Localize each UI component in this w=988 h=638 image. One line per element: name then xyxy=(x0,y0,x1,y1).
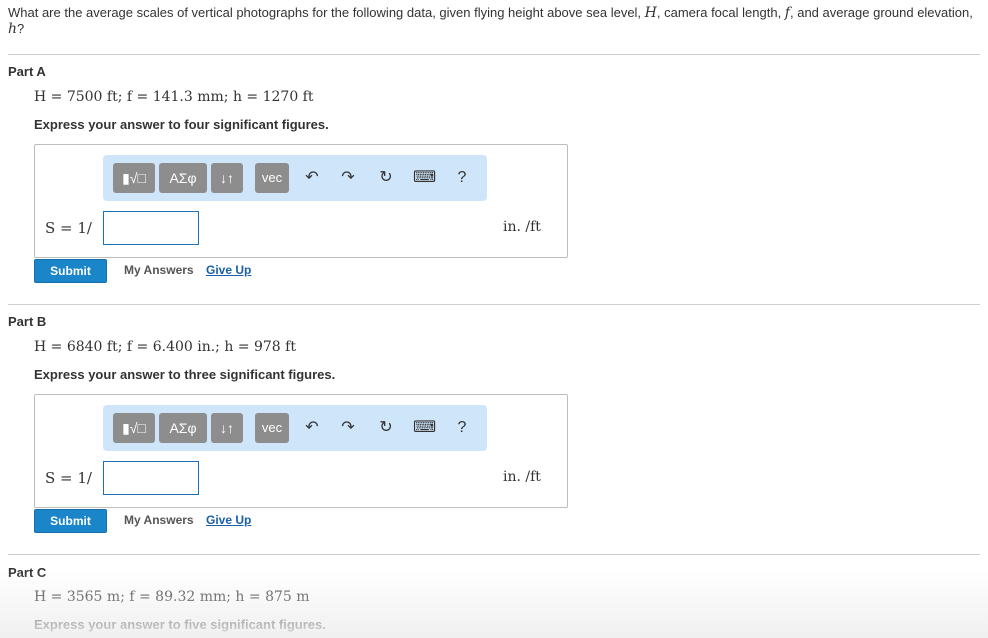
question-text-part: , camera focal length, xyxy=(656,5,785,20)
answer-prefix: S = 1/ xyxy=(45,219,92,237)
part-b-answer-box: ▮√□ ΑΣφ ↓↑ vec ↶ ↷ ↻ ⌨ ? S = 1/ in. /ft xyxy=(34,394,568,508)
part-b-give-up-link[interactable]: Give Up xyxy=(206,513,251,527)
question-text-part: , and average ground elevation, xyxy=(789,5,973,20)
help-icon[interactable]: ? xyxy=(451,417,473,439)
redo-icon[interactable]: ↷ xyxy=(337,167,359,189)
math-toolbar: ▮√□ ΑΣφ ↓↑ vec ↶ ↷ ↻ ⌨ ? xyxy=(103,405,487,451)
part-a-title: Part A xyxy=(8,64,46,79)
part-a-give-up-link[interactable]: Give Up xyxy=(206,263,251,277)
var-H: H xyxy=(644,5,657,21)
subscript-superscript-button[interactable]: ↓↑ xyxy=(211,413,243,443)
unit-label: in. /ft xyxy=(503,469,541,485)
part-b-submit-button[interactable]: Submit xyxy=(34,509,107,533)
reset-icon[interactable]: ↻ xyxy=(375,417,397,439)
divider xyxy=(8,554,980,555)
answer-prefix: S = 1/ xyxy=(45,469,92,487)
part-b-given: H = 6840 ft; f = 6.400 in.; h = 978 ft xyxy=(34,339,296,355)
templates-button[interactable]: ▮√□ xyxy=(113,163,155,193)
question-text-part: ? xyxy=(17,21,25,36)
templates-button[interactable]: ▮√□ xyxy=(113,413,155,443)
subscript-superscript-button[interactable]: ↓↑ xyxy=(211,163,243,193)
part-a-submit-button[interactable]: Submit xyxy=(34,259,107,283)
part-a-instruction: Express your answer to four significant … xyxy=(34,117,329,132)
divider xyxy=(8,304,980,305)
part-a-given: H = 7500 ft; f = 141.3 mm; h = 1270 ft xyxy=(34,89,314,105)
greek-symbols-button[interactable]: ΑΣφ xyxy=(159,163,207,193)
part-c-given: H = 3565 m; f = 89.32 mm; h = 875 m xyxy=(34,589,310,605)
question-text-part: What are the average scales of vertical … xyxy=(8,5,645,20)
part-b-instruction: Express your answer to three significant… xyxy=(34,367,336,382)
undo-icon[interactable]: ↶ xyxy=(301,417,323,439)
part-b-title: Part B xyxy=(8,314,47,329)
help-icon[interactable]: ? xyxy=(451,167,473,189)
question-text: What are the average scales of vertical … xyxy=(8,5,983,37)
keyboard-icon[interactable]: ⌨ xyxy=(413,417,436,439)
part-a-answer-box: ▮√□ ΑΣφ ↓↑ vec ↶ ↷ ↻ ⌨ ? S = 1/ in. /ft xyxy=(34,144,568,258)
keyboard-icon[interactable]: ⌨ xyxy=(413,167,436,189)
undo-icon[interactable]: ↶ xyxy=(301,167,323,189)
greek-symbols-button[interactable]: ΑΣφ xyxy=(159,413,207,443)
part-b-my-answers-link[interactable]: My Answers xyxy=(124,513,194,527)
divider xyxy=(8,54,980,55)
part-b-answer-input[interactable] xyxy=(103,461,199,495)
var-h: h xyxy=(8,21,18,37)
part-a-answer-input[interactable] xyxy=(103,211,199,245)
vector-button[interactable]: vec xyxy=(255,413,289,443)
redo-icon[interactable]: ↷ xyxy=(337,417,359,439)
vector-button[interactable]: vec xyxy=(255,163,289,193)
unit-label: in. /ft xyxy=(503,219,541,235)
part-c-title: Part C xyxy=(8,565,47,580)
reset-icon[interactable]: ↻ xyxy=(375,167,397,189)
math-toolbar: ▮√□ ΑΣφ ↓↑ vec ↶ ↷ ↻ ⌨ ? xyxy=(103,155,487,201)
part-c-instruction: Express your answer to five significant … xyxy=(34,617,326,632)
part-a-my-answers-link[interactable]: My Answers xyxy=(124,263,194,277)
